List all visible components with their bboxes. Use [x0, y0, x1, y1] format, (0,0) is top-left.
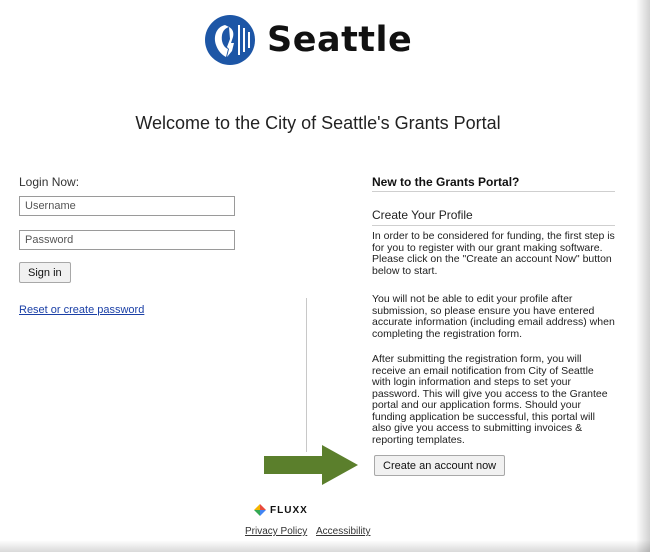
- fluxx-wordmark: FLUXX: [270, 504, 308, 516]
- page-title: Welcome to the City of Seattle's Grants …: [135, 113, 501, 133]
- username-input[interactable]: [19, 196, 235, 216]
- fluxx-mark-icon: [254, 504, 266, 516]
- login-title: Login Now:: [19, 175, 80, 189]
- arrow-right-icon: [264, 445, 358, 485]
- fluxx-logo: FLUXX: [254, 504, 308, 516]
- signup-title: New to the Grants Portal?: [372, 175, 520, 189]
- seattle-seal-icon: [205, 15, 255, 65]
- signup-paragraph-2: You will not be able to edit your profil…: [372, 293, 615, 340]
- signup-title-divider: [372, 191, 615, 192]
- password-input[interactable]: [19, 230, 235, 250]
- create-profile-heading: Create Your Profile: [372, 208, 473, 222]
- sign-in-button[interactable]: Sign in: [19, 262, 71, 283]
- privacy-policy-link[interactable]: Privacy Policy: [245, 526, 307, 537]
- window-shadow-right: [636, 0, 650, 552]
- signup-paragraph-3: After submitting the registration form, …: [372, 353, 608, 446]
- accessibility-link[interactable]: Accessibility: [316, 526, 370, 537]
- reset-password-link[interactable]: Reset or create password: [19, 304, 144, 316]
- signup-paragraph-1: In order to be considered for funding, t…: [372, 230, 615, 277]
- seattle-logo: Seattle: [203, 10, 412, 70]
- create-profile-divider: [372, 225, 615, 226]
- column-divider: [306, 298, 307, 452]
- logo-wordmark: Seattle: [267, 20, 413, 60]
- window-shadow-bottom: [0, 540, 650, 552]
- create-account-button[interactable]: Create an account now: [374, 455, 506, 476]
